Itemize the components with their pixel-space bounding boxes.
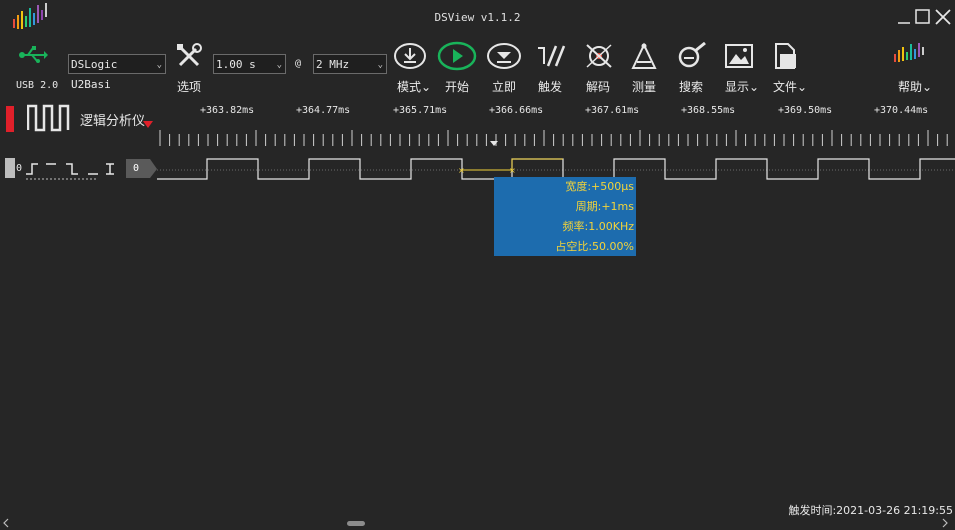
time-select[interactable]: 1.00 s ⌄ [213, 54, 286, 74]
ruler-tick-label: +364.77ms [296, 105, 351, 116]
ruler-tick-label: +363.82ms [200, 105, 255, 116]
decode-label[interactable]: 解码 [579, 78, 617, 95]
scroll-right-icon[interactable] [941, 518, 949, 528]
mode-label[interactable]: 模式⌄ [392, 78, 436, 95]
chevron-down-icon: ⌄ [156, 60, 162, 70]
start-label[interactable]: 开始 [438, 78, 476, 95]
help-label-text: 帮助 [897, 80, 922, 94]
display-label-text: 显示 [724, 80, 749, 94]
display-label[interactable]: 显示⌄ [720, 78, 764, 95]
ruler-tick-label: +367.61ms [585, 105, 640, 116]
ruler-ticks [159, 130, 948, 146]
measure-point: × [458, 166, 465, 175]
horizontal-scrollbar[interactable] [347, 521, 365, 526]
scroll-left-icon[interactable] [2, 518, 10, 528]
search-icon[interactable] [677, 42, 707, 70]
rate-select[interactable]: 2 MHz ⌄ [313, 54, 387, 74]
display-icon[interactable] [724, 42, 754, 70]
ruler-tick-label: +365.71ms [393, 105, 448, 116]
ruler-tick-label: +370.44ms [874, 105, 929, 116]
mode-icon[interactable] [394, 42, 426, 70]
ruler-tick-label: +369.50ms [778, 105, 833, 116]
ruler-tick-label: +366.66ms [489, 105, 544, 116]
decode-icon[interactable] [584, 42, 614, 70]
at-symbol: @ [295, 58, 302, 69]
help-icon[interactable] [893, 42, 927, 68]
options-label[interactable]: 选项 [170, 78, 208, 95]
trigger-label[interactable]: 触发 [531, 78, 569, 95]
instant-label[interactable]: 立即 [485, 78, 523, 95]
chevron-down-icon: ⌄ [377, 60, 383, 70]
trigger-icon[interactable] [536, 42, 566, 70]
chevron-down-icon: ⌄ [276, 60, 282, 70]
options-icon[interactable] [175, 42, 203, 70]
measure-label[interactable]: 测量 [625, 78, 663, 95]
start-icon[interactable] [437, 41, 477, 71]
device-label: USB 2.0 [16, 80, 59, 91]
device-select[interactable]: DSLogic U2Basi ⌄ [68, 54, 166, 91]
time-select-value: 1.00 s [216, 58, 256, 71]
frequency-readout: 频率:1.00KHz [562, 220, 634, 233]
help-label[interactable]: 帮助⌄ [893, 78, 937, 95]
instant-icon[interactable] [486, 42, 522, 70]
mode-label-text: 模式 [396, 80, 421, 94]
width-readout: 宽度:+500μs [565, 180, 634, 193]
file-icon[interactable] [772, 42, 800, 70]
rate-select-value: 2 MHz [316, 58, 350, 71]
measure-icon[interactable] [629, 42, 659, 70]
minimize-icon[interactable] [896, 8, 914, 26]
usb-icon[interactable] [18, 45, 48, 65]
measurement-popup: 宽度:+500μs 周期:+1ms 频率:1.00KHz 占空比:50.00% [494, 177, 636, 256]
maximize-icon[interactable] [914, 8, 932, 26]
file-label[interactable]: 文件⌄ [768, 78, 812, 95]
trigger-time: 触发时间:2021-03-26 21:19:55 [788, 504, 953, 517]
file-label-text: 文件 [772, 80, 797, 94]
search-label[interactable]: 搜索 [672, 78, 710, 95]
panel-title: 逻辑分析仪 [80, 114, 146, 129]
device-select-value: DSLogic U2Basi [71, 58, 118, 91]
duty-readout: 占空比:50.00% [555, 240, 634, 253]
window-title: DSView v1.1.2 [434, 11, 521, 24]
signal-waveform[interactable]: × × [0, 150, 955, 190]
ruler-tick-label: +368.55ms [681, 105, 736, 116]
measure-point: × [509, 166, 516, 175]
close-icon[interactable] [934, 8, 952, 26]
signal-trace [157, 158, 955, 180]
period-readout: 周期:+1ms [575, 200, 634, 213]
cursor-marker-icon[interactable] [489, 140, 499, 148]
